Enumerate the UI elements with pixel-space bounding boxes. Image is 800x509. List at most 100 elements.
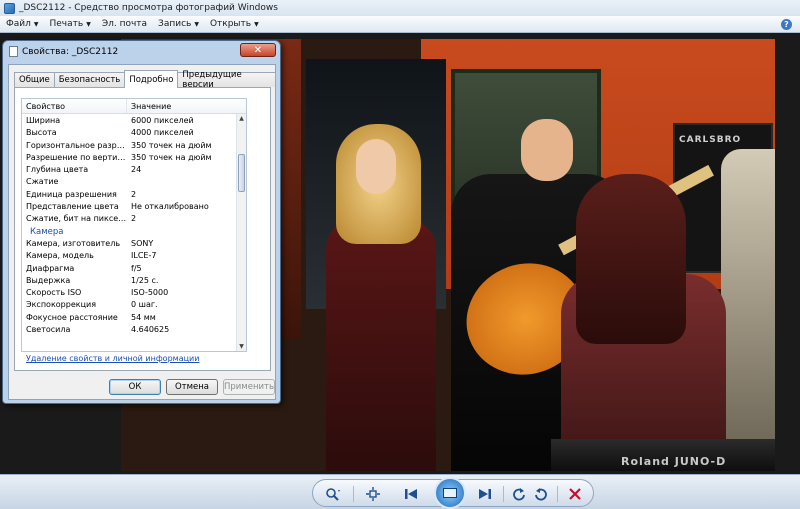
apply-button[interactable]: Применить (223, 379, 275, 395)
dialog-titlebar: Свойства: _DSC2112 (9, 46, 118, 57)
chevron-down-icon: ▼ (86, 20, 91, 28)
table-row[interactable]: Сжатие, бит на пиксель 2 (22, 214, 246, 226)
property-value: 1/25 с. (131, 275, 159, 285)
delete-icon[interactable] (565, 485, 585, 503)
property-name: Камера, изготовитель (26, 238, 121, 248)
list-rows: Ширина 6000 пикселей Высота 4000 пикселей Го… (22, 114, 246, 337)
previous-icon[interactable] (401, 485, 421, 503)
menu-email[interactable]: Эл. почта (100, 19, 156, 29)
slideshow-screen-glyph (443, 488, 457, 498)
photo-person-right (721, 149, 775, 449)
property-name: Разрешение по вертикали (26, 152, 127, 162)
window-titlebar: _DSC2112 - Средство просмотра фотографий… (0, 0, 800, 16)
table-row[interactable]: Камера, модель ILCE-7 (22, 251, 246, 263)
remove-properties-link[interactable]: Удаление свойств и личной информации (26, 354, 199, 363)
menu-print-label: Печать (49, 19, 84, 29)
dialog-client: Общие Безопасность Подробно Предыдущие в… (8, 64, 276, 400)
menu-file-label: Файл (6, 19, 31, 29)
photo-viewer-app-icon (4, 2, 15, 14)
property-name: Сжатие, бит на пиксель (26, 214, 127, 224)
photo-keyboard: Roland JUNO-D (551, 439, 775, 471)
chevron-down-icon: ▼ (254, 20, 259, 28)
table-row[interactable]: Единица разрешения 2 (22, 190, 246, 202)
property-value: 2 (131, 214, 137, 224)
next-icon[interactable] (475, 485, 495, 503)
navigation-controls (312, 477, 594, 509)
control-bar (0, 474, 800, 509)
scroll-down-icon[interactable]: ▼ (238, 343, 245, 351)
chevron-down-icon: ▼ (194, 20, 199, 28)
property-name: Единица разрешения (26, 189, 117, 199)
file-icon (9, 46, 18, 57)
help-icon[interactable]: ? (781, 18, 792, 30)
menu-open-label: Открыть (209, 19, 252, 29)
property-value: ISO-5000 (131, 288, 169, 298)
property-value: 350 точек на дюйм (131, 152, 212, 162)
menu-burn[interactable]: Запись ▼ (156, 19, 208, 29)
property-value: Не откалибровано (131, 202, 209, 212)
property-value (127, 177, 246, 189)
zoom-icon[interactable] (323, 485, 343, 503)
menu-open[interactable]: Открыть ▼ (208, 19, 268, 29)
separator (557, 486, 558, 502)
property-name: Фокусное расстояние (26, 312, 118, 322)
column-header-property[interactable]: Свойство (22, 99, 127, 113)
photo-guitarist-head (521, 119, 573, 181)
table-row[interactable]: Скорость ISO ISO-5000 (22, 288, 246, 300)
list-section-header[interactable]: Камера (22, 227, 246, 239)
property-value: 350 точек на дюйм (131, 140, 212, 150)
property-value: 0 шаг. (131, 300, 158, 310)
table-row[interactable]: Камера, изготовитель SONY (22, 239, 246, 251)
rotate-cw-icon[interactable] (531, 485, 551, 503)
table-row[interactable]: Экспокоррекция 0 шаг. (22, 300, 246, 312)
tab-general[interactable]: Общие (14, 72, 55, 87)
menu-file[interactable]: Файл ▼ (4, 19, 48, 29)
actual-size-icon[interactable] (363, 485, 383, 503)
close-button[interactable]: ✕ (240, 43, 276, 57)
property-value: ILCE-7 (131, 251, 157, 261)
property-value: 4000 пикселей (131, 128, 194, 138)
property-name: Глубина цвета (26, 165, 89, 175)
tab-previous-versions[interactable]: Предыдущие версии (177, 70, 276, 90)
menu-print[interactable]: Печать ▼ (48, 19, 100, 29)
table-row[interactable]: Представление цвета Не откалибровано (22, 202, 246, 214)
keyboard-label: Roland JUNO-D (621, 455, 727, 468)
scroll-thumb[interactable] (238, 154, 245, 192)
property-name: Камера, модель (26, 251, 94, 261)
separator (503, 486, 504, 502)
dialog-tabs: Общие Безопасность Подробно Предыдущие в… (14, 70, 276, 90)
table-row[interactable]: Ширина 6000 пикселей (22, 116, 246, 128)
property-name: Горизонтальное разреше... (26, 140, 127, 150)
tab-security[interactable]: Безопасность (53, 72, 126, 87)
table-row[interactable]: Светосила 4.640625 (22, 325, 246, 337)
rotate-ccw-icon[interactable] (509, 485, 529, 503)
table-row[interactable]: Глубина цвета 24 (22, 165, 246, 177)
property-name: Ширина (26, 116, 61, 125)
table-row[interactable]: Сжатие (22, 177, 246, 189)
properties-list[interactable]: Свойство Значение Ширина 6000 пикселей Выс… (21, 98, 247, 352)
separator (353, 486, 354, 502)
property-name: Диафрагма (26, 263, 75, 273)
table-row[interactable]: Фокусное расстояние 54 мм (22, 313, 246, 325)
menu-burn-label: Запись (158, 19, 192, 29)
property-name: Светосила (26, 325, 71, 335)
tab-details[interactable]: Подробно (124, 70, 179, 88)
scroll-up-icon[interactable]: ▲ (238, 115, 245, 123)
cancel-button[interactable]: Отмена (166, 379, 218, 395)
table-row[interactable]: Разрешение по вертикали 350 точек на дюйм (22, 153, 246, 165)
ok-button[interactable]: ОК (109, 379, 161, 395)
table-row[interactable]: Диафрагма f/5 (22, 264, 246, 276)
column-header-value[interactable]: Значение (127, 99, 246, 113)
photo-singer-face (356, 139, 396, 194)
list-scrollbar[interactable]: ▲ ▼ (236, 114, 246, 351)
window-title: _DSC2112 - Средство просмотра фотографий… (19, 3, 278, 13)
property-value: 24 (131, 165, 142, 175)
table-row[interactable]: Высота 4000 пикселей (22, 128, 246, 140)
property-name: Камера (30, 226, 64, 237)
table-row[interactable]: Горизонтальное разреше... 350 точек на дю… (22, 141, 246, 153)
dialog-title: Свойства: _DSC2112 (22, 46, 119, 57)
slideshow-icon[interactable] (434, 477, 466, 509)
menu-bar: Файл ▼ Печать ▼ Эл. почта Запись ▼ Открыть ▼… (0, 16, 800, 33)
table-row[interactable]: Выдержка 1/25 с. (22, 276, 246, 288)
chevron-down-icon: ▼ (33, 20, 39, 28)
